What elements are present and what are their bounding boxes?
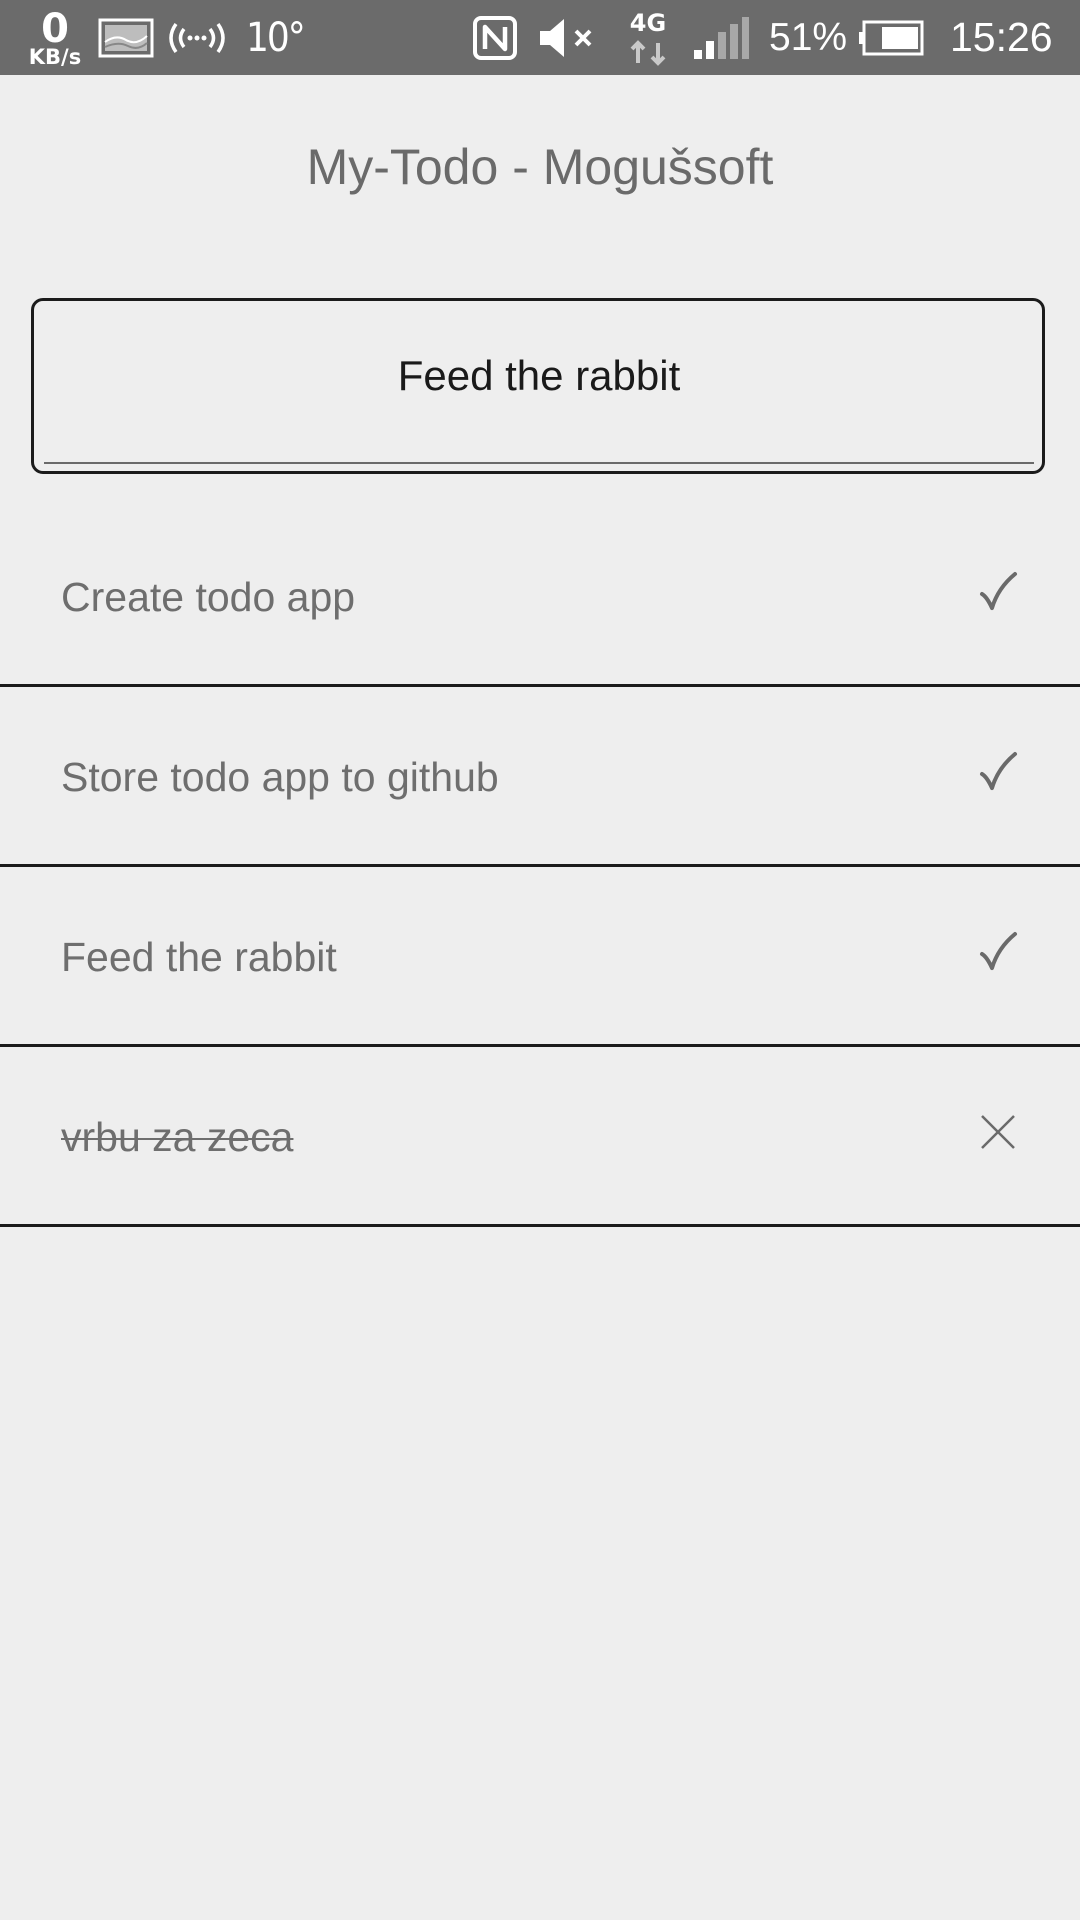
new-todo-input[interactable] — [44, 341, 1034, 411]
network-speed: 0 KB/s — [20, 0, 90, 75]
temperature: 10° — [246, 14, 306, 61]
hotspot-icon — [166, 0, 230, 75]
todo-text: Create todo app — [61, 574, 356, 620]
lte-icon: 4G — [624, 0, 674, 75]
battery-icon — [858, 0, 926, 75]
new-todo-field[interactable] — [31, 298, 1045, 474]
input-underline — [44, 462, 1034, 464]
lte-label: 4G — [630, 9, 666, 37]
check-icon[interactable] — [968, 742, 1028, 802]
list-item[interactable]: Create todo app — [0, 507, 1080, 687]
todo-text-completed: vrbu za zeca — [61, 1114, 294, 1160]
page-title: My-Todo - Mogušsoft — [306, 139, 774, 195]
list-item[interactable]: vrbu za zeca — [0, 1047, 1080, 1227]
signal-icon — [692, 0, 752, 75]
image-notification-icon — [98, 0, 156, 75]
close-icon[interactable] — [968, 1102, 1028, 1162]
list-item[interactable]: Store todo app to github — [0, 687, 1080, 867]
check-icon[interactable] — [968, 922, 1028, 982]
network-speed-unit: KB/s — [28, 45, 82, 69]
clock: 15:26 — [950, 14, 1053, 60]
nfc-icon — [472, 0, 520, 75]
list-item[interactable]: Feed the rabbit — [0, 867, 1080, 1047]
status-bar: 0 KB/s 10° 4G 51% 15:26 — [0, 0, 1080, 75]
battery-percent: 51% — [769, 15, 848, 59]
network-speed-value: 0 — [41, 6, 69, 52]
mute-icon — [536, 0, 600, 75]
todo-text: Store todo app to github — [61, 754, 499, 800]
todo-text: Feed the rabbit — [61, 934, 337, 980]
check-icon[interactable] — [968, 562, 1028, 622]
todo-list: Create todo app Store todo app to github… — [0, 507, 1080, 1227]
